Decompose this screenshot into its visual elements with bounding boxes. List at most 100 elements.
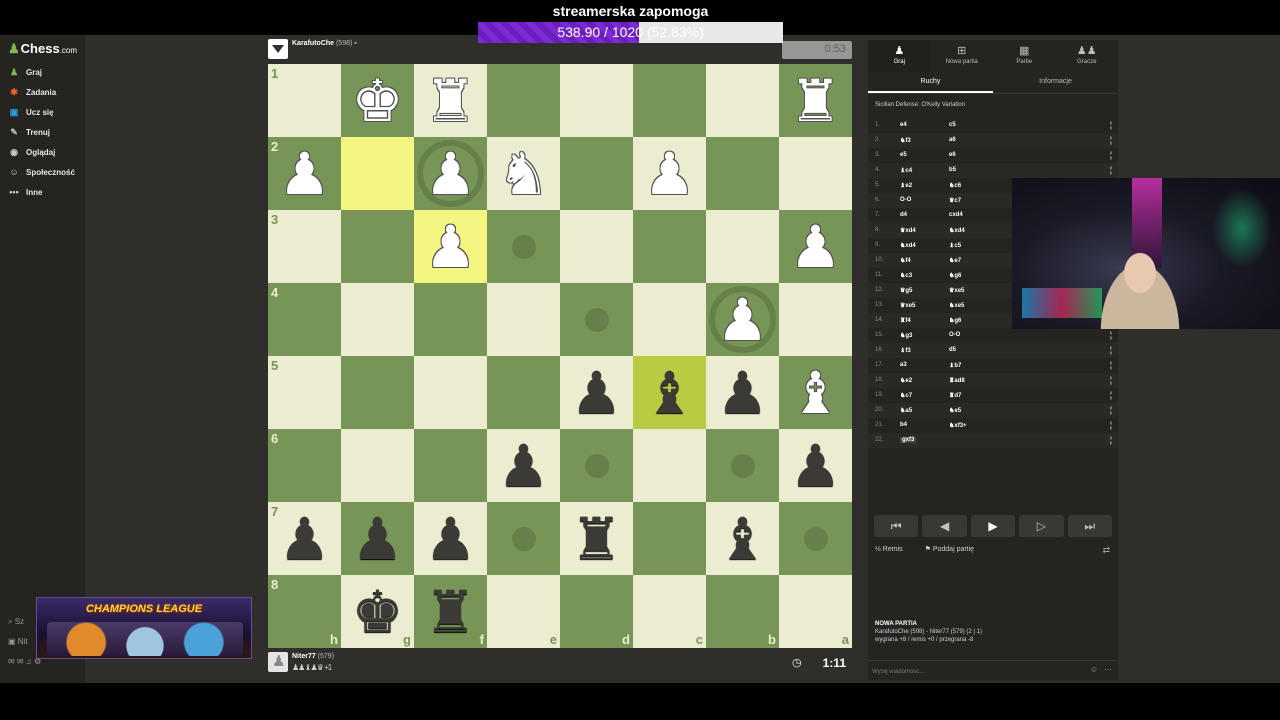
square-a7[interactable] <box>779 502 852 575</box>
white-move[interactable]: d4 <box>900 212 907 218</box>
square-c1[interactable] <box>633 64 706 137</box>
square-c2[interactable]: ♟ <box>633 137 706 210</box>
flip-board-icon[interactable]: ⇄ <box>1102 545 1110 556</box>
top-player-name[interactable]: KarafutoChe (598) ▪ <box>292 40 357 47</box>
white-move[interactable]: e4 <box>900 122 907 128</box>
bottom-player-name[interactable]: Niter77 (579) <box>292 653 334 660</box>
black-rook-icon[interactable]: ♜ <box>425 583 477 641</box>
square-f2[interactable]: ♟ <box>414 137 487 210</box>
next-move-button[interactable]: ▷ <box>1019 515 1064 537</box>
move-hint-dot[interactable] <box>803 526 828 551</box>
black-move[interactable]: cxd4 <box>949 212 963 218</box>
white-move[interactable]: ♞c7 <box>900 392 912 399</box>
sidebar-user[interactable]: ▣ Nit <box>8 637 28 646</box>
move-hint-dot[interactable] <box>730 453 755 478</box>
sidebar-search[interactable]: ⌕ Sz <box>8 617 24 627</box>
square-a6[interactable]: ♟ <box>779 429 852 502</box>
square-g7[interactable]: ♟ <box>341 502 414 575</box>
white-move[interactable]: a3 <box>900 362 907 368</box>
sidebar-item-inne[interactable]: ••• Inne <box>8 187 42 197</box>
sidebar-item-ucz-się[interactable]: ▣ Ucz się <box>8 107 54 118</box>
square-f4[interactable] <box>414 283 487 356</box>
white-move[interactable]: ♛xd4 <box>900 227 916 234</box>
chess-board[interactable]: 1 ♚ ♜ ♜ 2 ♟ ♟ ♞ ♟ 3 ♟ ♟ 4 ♟ 5 ♟ ♝ ♟ ♝ 6 ♟ ♟ 7 ♟ ♟ ♟ ♜ ♝ 8 h g ♚ f ♜ e d c b a <box>268 64 852 648</box>
square-h5[interactable]: 5 <box>268 356 341 429</box>
white-move[interactable]: ♛xe5 <box>900 302 915 309</box>
white-move[interactable]: ♞c3 <box>900 272 912 279</box>
square-e8[interactable]: e <box>487 575 560 648</box>
black-move[interactable]: b5 <box>949 167 956 173</box>
tab-gracze[interactable]: ♟♟ Gracze <box>1056 40 1119 72</box>
square-b2[interactable] <box>706 137 779 210</box>
square-e5[interactable] <box>487 356 560 429</box>
square-c7[interactable] <box>633 502 706 575</box>
white-move[interactable]: gxf3 <box>900 437 917 443</box>
square-h2[interactable]: 2 ♟ <box>268 137 341 210</box>
white-pawn-icon[interactable]: ♟ <box>644 145 696 203</box>
square-e1[interactable] <box>487 64 560 137</box>
square-d7[interactable]: ♜ <box>560 502 633 575</box>
black-king-icon[interactable]: ♚ <box>352 583 404 641</box>
square-h8[interactable]: 8h <box>268 575 341 648</box>
black-bishop-icon[interactable]: ♝ <box>644 364 696 422</box>
black-move[interactable]: ♞xd4 <box>949 227 965 234</box>
square-g5[interactable] <box>341 356 414 429</box>
move-hint-dot[interactable] <box>511 526 536 551</box>
black-move[interactable]: ♜ad8 <box>949 377 965 384</box>
square-b1[interactable] <box>706 64 779 137</box>
white-move[interactable]: ♞e2 <box>900 377 912 384</box>
square-h3[interactable]: 3 <box>268 210 341 283</box>
sidebar-item-graj[interactable]: ♟ Graj <box>8 67 42 78</box>
white-rook-icon[interactable]: ♜ <box>790 72 842 130</box>
square-b5[interactable]: ♟ <box>706 356 779 429</box>
black-move[interactable]: c5 <box>949 122 956 128</box>
white-move[interactable]: ♞f4 <box>900 257 911 264</box>
white-move[interactable]: e5 <box>900 152 907 158</box>
square-a3[interactable]: ♟ <box>779 210 852 283</box>
square-b3[interactable] <box>706 210 779 283</box>
tab-nowa-partia[interactable]: ⊞ Nowa partia <box>931 40 994 72</box>
square-e3[interactable] <box>487 210 560 283</box>
square-f3[interactable]: ♟ <box>414 210 487 283</box>
square-a4[interactable] <box>779 283 852 356</box>
first-move-button[interactable]: ⏮ <box>874 515 919 537</box>
square-b7[interactable]: ♝ <box>706 502 779 575</box>
black-move[interactable]: d5 <box>949 347 956 353</box>
black-move[interactable]: ♜d7 <box>949 392 961 399</box>
square-c8[interactable]: c <box>633 575 706 648</box>
tab-partie[interactable]: ▦ Partie <box>993 40 1056 72</box>
square-d1[interactable] <box>560 64 633 137</box>
black-move[interactable]: ♞g6 <box>949 317 961 324</box>
square-e4[interactable] <box>487 283 560 356</box>
sidebar-item-zadania[interactable]: ✱ Zadania <box>8 87 56 98</box>
square-e6[interactable]: ♟ <box>487 429 560 502</box>
black-move[interactable]: a6 <box>949 137 956 143</box>
black-move[interactable]: O-O <box>949 332 960 338</box>
sidebar-item-trenuj[interactable]: ✎ Trenuj <box>8 127 50 138</box>
square-b6[interactable] <box>706 429 779 502</box>
subtab-ruchy[interactable]: Ruchy <box>868 76 993 93</box>
black-pawn-icon[interactable]: ♟ <box>571 364 623 422</box>
square-b4[interactable]: ♟ <box>706 283 779 356</box>
square-a1[interactable]: ♜ <box>779 64 852 137</box>
play-button[interactable]: ▶ <box>970 515 1016 537</box>
black-move[interactable]: ♞xe5 <box>949 302 964 309</box>
capture-hint-ring[interactable] <box>417 140 484 207</box>
white-rook-icon[interactable]: ♜ <box>425 72 477 130</box>
draw-button[interactable]: ½ Remis <box>875 546 913 553</box>
white-pawn-icon[interactable]: ♟ <box>790 218 842 276</box>
white-bishop-icon[interactable]: ♝ <box>790 364 842 422</box>
black-move[interactable]: e6 <box>949 152 956 158</box>
white-king-icon[interactable]: ♚ <box>352 72 404 130</box>
white-pawn-icon[interactable]: ♟ <box>279 145 331 203</box>
move-hint-dot[interactable] <box>584 307 609 332</box>
white-move[interactable]: ♞g3 <box>900 332 912 339</box>
bottom-player-avatar[interactable] <box>268 652 288 672</box>
top-player-avatar[interactable] <box>268 39 288 59</box>
square-b8[interactable]: b <box>706 575 779 648</box>
resign-button[interactable]: ⚑ Poddaj partię <box>925 546 985 553</box>
sidebar-item-oglądaj[interactable]: ◉ Oglądaj <box>8 147 55 158</box>
square-d8[interactable]: d <box>560 575 633 648</box>
square-g8[interactable]: g ♚ <box>341 575 414 648</box>
square-d6[interactable] <box>560 429 633 502</box>
